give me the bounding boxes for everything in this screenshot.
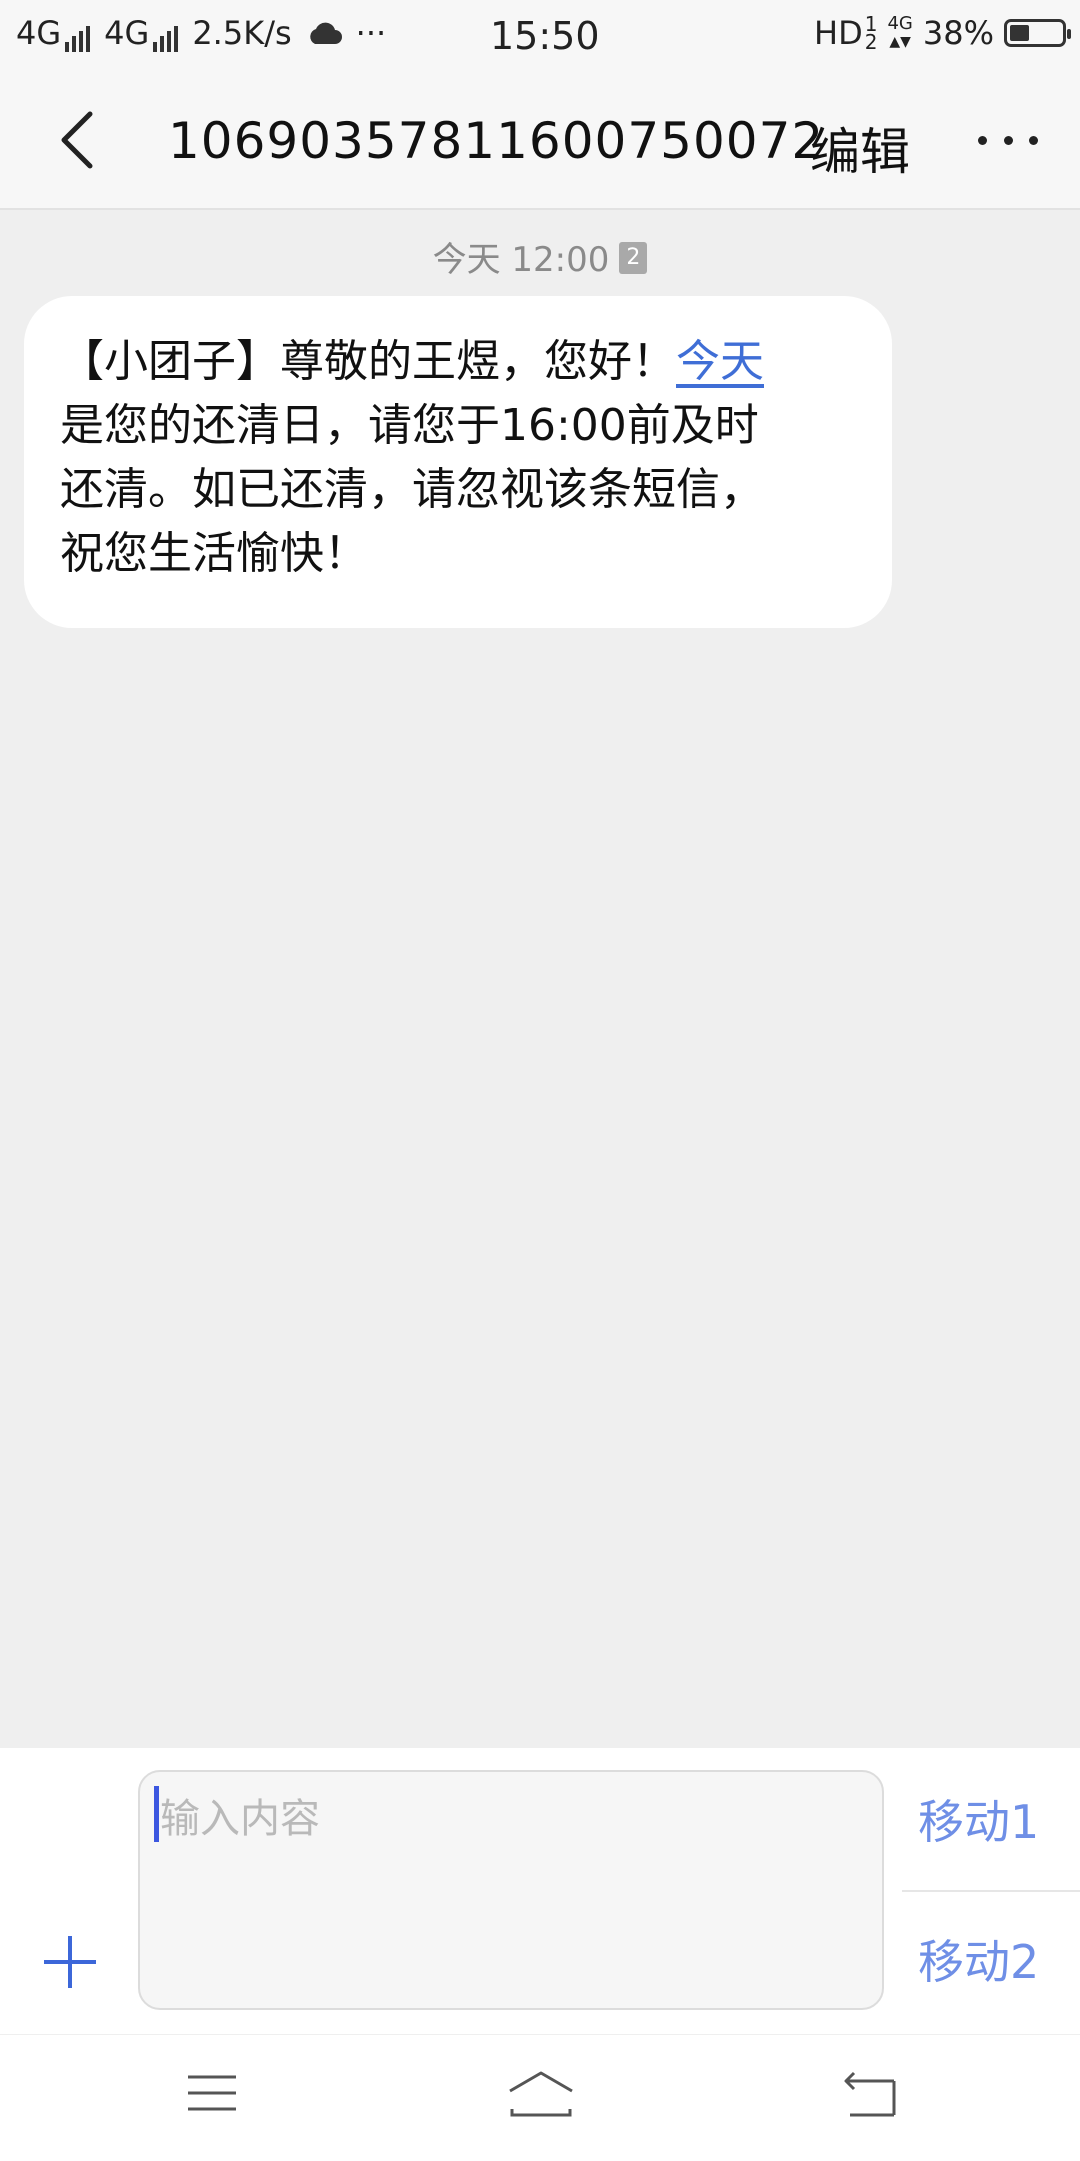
hd-sub: 2: [864, 30, 878, 54]
send-sim1-button[interactable]: 移动1: [918, 1786, 1039, 1852]
sender-number: 1069035781160075​0072: [168, 112, 825, 170]
message-line-2: 是您的还清日，请您于16:00前及时: [60, 400, 759, 451]
return-icon: [844, 2071, 896, 2117]
status-left: 4G 4G 2.5K/s ···: [16, 14, 386, 52]
navigation-bar: [0, 2034, 1080, 2161]
plus-icon: [44, 1936, 96, 1988]
menu-button[interactable]: [186, 2073, 238, 2113]
sim1-network-label: 4G: [16, 14, 62, 52]
date-link[interactable]: 今天: [676, 336, 764, 387]
signal-bars-icon: [153, 26, 179, 52]
network-small-label: 4G: [887, 13, 913, 34]
battery-icon: [1004, 19, 1071, 47]
message-line-3: 还清。如已还清，请忽视该条短信，: [60, 464, 764, 515]
message-input[interactable]: 输入内容: [138, 1770, 884, 2010]
message-bubble[interactable]: 【小团子】尊敬的王煜，您好！今天 是您的还清日，请您于16:00前及时 还清。如…: [24, 296, 892, 628]
compose-bar: 输入内容 移动1 移动2: [0, 1748, 1080, 2034]
conversation-header: 1069035781160075​0072 编辑: [0, 72, 1080, 210]
send-divider: [902, 1890, 1080, 1892]
cloud-icon: [309, 22, 342, 44]
chevron-left-icon: [61, 111, 93, 169]
hd-sims: 1 2: [864, 14, 878, 54]
signal-bars-icon: [65, 26, 91, 52]
sim2-signal: 4G: [104, 14, 179, 52]
attach-button[interactable]: [42, 1934, 98, 1990]
network-speed: 2.5K/s: [192, 14, 292, 52]
menu-icon: [188, 2075, 236, 2111]
timestamp-text: 今天 12:00: [432, 240, 610, 280]
sim-badge-icon: 2: [619, 241, 648, 274]
hd-indicator: HD 1 2: [814, 14, 877, 52]
message-timestamp: 今天 12:00 2: [0, 232, 1080, 281]
message-line-1: 【小团子】尊敬的王煜，您好！今天: [60, 330, 856, 394]
message-text: 【小团子】尊敬的王煜，您好！: [60, 336, 676, 387]
network-small-icon: 4G ▲▼: [887, 13, 913, 51]
more-notifications: ···: [355, 14, 387, 52]
battery-fill: [1010, 25, 1029, 41]
hd-label: HD: [814, 14, 863, 52]
more-options-icon[interactable]: [978, 110, 1038, 170]
message-line-4: 祝您生活愉快！: [60, 528, 368, 579]
battery-percent: 38%: [922, 14, 994, 52]
edit-button[interactable]: 编辑: [810, 112, 910, 184]
back-button[interactable]: [46, 102, 116, 178]
send-sim2-button[interactable]: 移动2: [918, 1926, 1039, 1992]
home-button[interactable]: [506, 2069, 576, 2119]
sim2-network-label: 4G: [104, 14, 150, 52]
text-caret: [154, 1786, 159, 1842]
status-right: HD 1 2 4G ▲▼ 38%: [814, 13, 1071, 52]
home-icon: [509, 2071, 573, 2117]
sim1-signal: 4G: [16, 14, 91, 52]
input-placeholder: 输入内容: [160, 1796, 320, 1842]
status-bar: 4G 4G 2.5K/s ··· 15:50 HD 1 2 4G ▲▼ 38%: [0, 0, 1080, 72]
system-back-button[interactable]: [842, 2069, 898, 2119]
clock: 15:50: [490, 14, 600, 58]
